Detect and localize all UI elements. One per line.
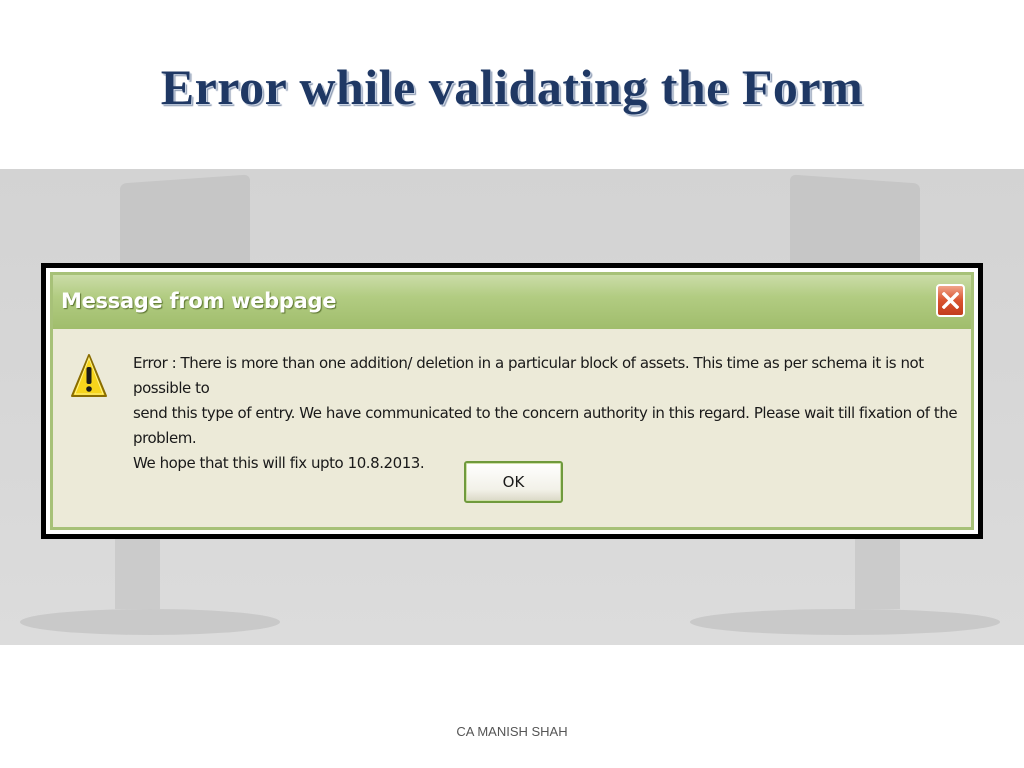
- dialog-titlebar[interactable]: Message from webpage: [53, 275, 971, 329]
- warning-icon: [71, 354, 107, 397]
- error-message: Error : There is more than one addition/…: [133, 354, 958, 472]
- close-icon: [942, 292, 959, 309]
- ok-button[interactable]: OK: [464, 461, 563, 503]
- alert-dialog: Message from webpage Error : There is mo…: [50, 272, 974, 530]
- close-button[interactable]: [936, 284, 965, 317]
- slide-title: Error while validating the Form: [160, 59, 864, 115]
- slide-footer: CA MANISH SHAH: [456, 724, 568, 739]
- dialog-title: Message from webpage: [61, 289, 337, 313]
